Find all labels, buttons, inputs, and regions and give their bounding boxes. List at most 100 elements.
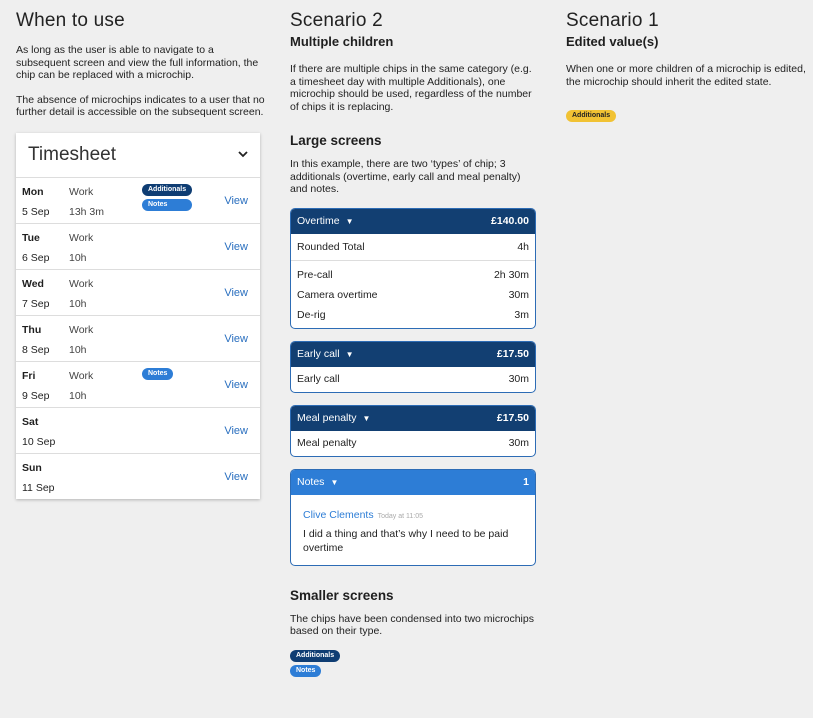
overtime-block: Overtime ▼ £140.00 Rounded Total 4h Pre-c… xyxy=(290,207,536,329)
description-paragraph: If there are multiple chips in the same … xyxy=(290,63,532,113)
overtime-header[interactable]: Overtime ▼ £140.00 xyxy=(291,208,535,234)
meal-penalty-row: Meal penalty 30m xyxy=(291,431,535,456)
row-kind: Work xyxy=(69,277,94,290)
chevron-down-icon[interactable] xyxy=(238,149,248,161)
scenario-2-column: Scenario 2 Multiple children If there ar… xyxy=(290,0,538,677)
overtime-amount: £140.00 xyxy=(491,215,529,227)
view-link[interactable]: View xyxy=(224,425,248,437)
row-day: Mon xyxy=(22,185,44,198)
timesheet-rows: Mon 5 Sep Work 13h 3m Additionals Notes View Tu… xyxy=(16,178,260,499)
notes-microchip: Notes xyxy=(142,367,174,380)
timesheet-row[interactable]: Sun 11 Sep View xyxy=(16,454,260,499)
early-call-row: Early call 30m xyxy=(291,367,535,392)
section-title: Scenario 1 xyxy=(566,10,659,31)
description-paragraph: In this example, there are two ‘types’ o… xyxy=(290,158,521,195)
row-label: Early call xyxy=(297,373,340,385)
notes-microchip: Notes xyxy=(290,664,322,677)
row-day: Tue xyxy=(22,231,40,244)
row-day: Sun xyxy=(22,461,42,474)
row-hours: 10h xyxy=(69,389,87,402)
note-author[interactable]: Clive Clements xyxy=(303,509,374,521)
early-call-amount: £17.50 xyxy=(496,348,529,360)
overtime-lines: Pre-call 2h 30m Camera overtime 30m De-rig 3m xyxy=(291,261,535,328)
timesheet-row[interactable]: Tue 6 Sep Work 10h View xyxy=(16,224,260,270)
chevron-down-icon: ▼ xyxy=(362,413,371,423)
row-date: 8 Sep xyxy=(22,343,50,356)
notes-header[interactable]: Notes ▼ 1 xyxy=(291,469,535,495)
row-day: Sat xyxy=(22,415,39,428)
row-day: Fri xyxy=(22,369,36,382)
timesheet-row[interactable]: Fri 9 Sep Work 10h Notes View xyxy=(16,362,260,408)
row-day: Thu xyxy=(22,323,42,336)
overtime-line-row: Camera overtime 30m xyxy=(291,285,535,305)
row-kind: Work xyxy=(69,231,94,244)
view-link[interactable]: View xyxy=(224,195,248,207)
row-hours: 10h xyxy=(69,297,87,310)
early-call-header[interactable]: Early call ▼ £17.50 xyxy=(291,341,535,367)
scenario-1-column: Scenario 1 Edited value(s) When one or m… xyxy=(566,0,806,122)
meal-penalty-amount: £17.50 xyxy=(496,412,529,424)
description-paragraph: The chips have been condensed into two m… xyxy=(290,612,534,638)
chevron-down-icon: ▼ xyxy=(330,477,339,487)
row-label: Camera overtime xyxy=(297,288,378,301)
section-title: Scenario 2 xyxy=(290,10,383,31)
rounded-total-row: Rounded Total 4h xyxy=(291,234,535,261)
additionals-microchip: Additionals xyxy=(290,649,341,662)
overtime-line-row: Pre-call 2h 30m xyxy=(291,265,535,285)
timesheet-card: Timesheet Mon 5 Sep Work 13h 3m Additionals N… xyxy=(16,132,260,499)
row-label: Rounded Total xyxy=(297,240,365,253)
row-hours: 10h xyxy=(69,251,87,264)
meal-penalty-header[interactable]: Meal penalty ▼ £17.50 xyxy=(291,405,535,431)
view-link[interactable]: View xyxy=(224,287,248,299)
notes-block: Notes ▼ 1 Clive Clements Today at 11:05 I … xyxy=(290,468,536,566)
row-date: 9 Sep xyxy=(22,389,50,402)
additionals-microchip: Additionals xyxy=(142,183,193,196)
row-date: 10 Sep xyxy=(22,435,56,448)
view-link[interactable]: View xyxy=(224,379,248,391)
row-date: 6 Sep xyxy=(22,251,50,264)
row-date: 11 Sep xyxy=(22,481,55,494)
row-day: Wed xyxy=(22,277,44,290)
overtime-label: Overtime xyxy=(297,215,340,227)
view-link[interactable]: View xyxy=(224,241,248,253)
overtime-line-row: De-rig 3m xyxy=(291,305,535,325)
row-label: De-rig xyxy=(297,308,326,321)
timesheet-row[interactable]: Sat 10 Sep View xyxy=(16,408,260,454)
row-hours: 10h xyxy=(69,343,87,356)
chevron-down-icon: ▼ xyxy=(345,349,354,359)
chevron-down-icon: ▼ xyxy=(345,216,354,226)
when-to-use-column: When to use As long as the user is able … xyxy=(16,0,266,499)
timesheet-title: Timesheet xyxy=(28,143,116,165)
section-title: When to use xyxy=(16,10,125,31)
row-value: 3m xyxy=(514,308,529,321)
smaller-screens-heading: Smaller screens xyxy=(290,587,394,603)
large-screens-heading: Large screens xyxy=(290,133,382,148)
early-call-label: Early call xyxy=(297,348,340,360)
row-kind: Work xyxy=(69,369,94,382)
timesheet-header[interactable]: Timesheet xyxy=(16,133,260,178)
meal-penalty-label: Meal penalty xyxy=(297,412,357,424)
notes-microchip: Notes xyxy=(142,198,193,211)
early-call-block: Early call ▼ £17.50 Early call 30m xyxy=(290,340,536,393)
note-timestamp: Today at 11:05 xyxy=(377,512,424,520)
row-kind: Work xyxy=(69,185,94,198)
row-date: 5 Sep xyxy=(22,205,50,218)
row-label: Pre-call xyxy=(297,268,333,281)
description-paragraph: As long as the user is able to navigate … xyxy=(16,44,259,81)
row-value: 4h xyxy=(517,240,529,253)
view-link[interactable]: View xyxy=(224,471,248,483)
row-value: 2h 30m xyxy=(493,268,529,281)
timesheet-row[interactable]: Thu 8 Sep Work 10h View xyxy=(16,316,260,362)
view-link[interactable]: View xyxy=(224,333,248,345)
row-value: 30m xyxy=(508,437,529,449)
description-paragraph: When one or more children of a microchip… xyxy=(566,63,806,88)
note-item: Clive Clements Today at 11:05 I did a thi… xyxy=(291,495,535,565)
section-subtitle: Edited value(s) xyxy=(566,34,659,49)
row-kind: Work xyxy=(69,323,94,336)
timesheet-row[interactable]: Mon 5 Sep Work 13h 3m Additionals Notes View xyxy=(16,178,260,224)
timesheet-row[interactable]: Wed 7 Sep Work 10h View xyxy=(16,270,260,316)
row-value: 30m xyxy=(508,373,529,385)
note-text: I did a thing and that’s why I need to b… xyxy=(303,527,509,554)
description-paragraph: The absence of microchips indicates to a… xyxy=(16,93,265,119)
row-hours: 13h 3m xyxy=(69,205,105,218)
